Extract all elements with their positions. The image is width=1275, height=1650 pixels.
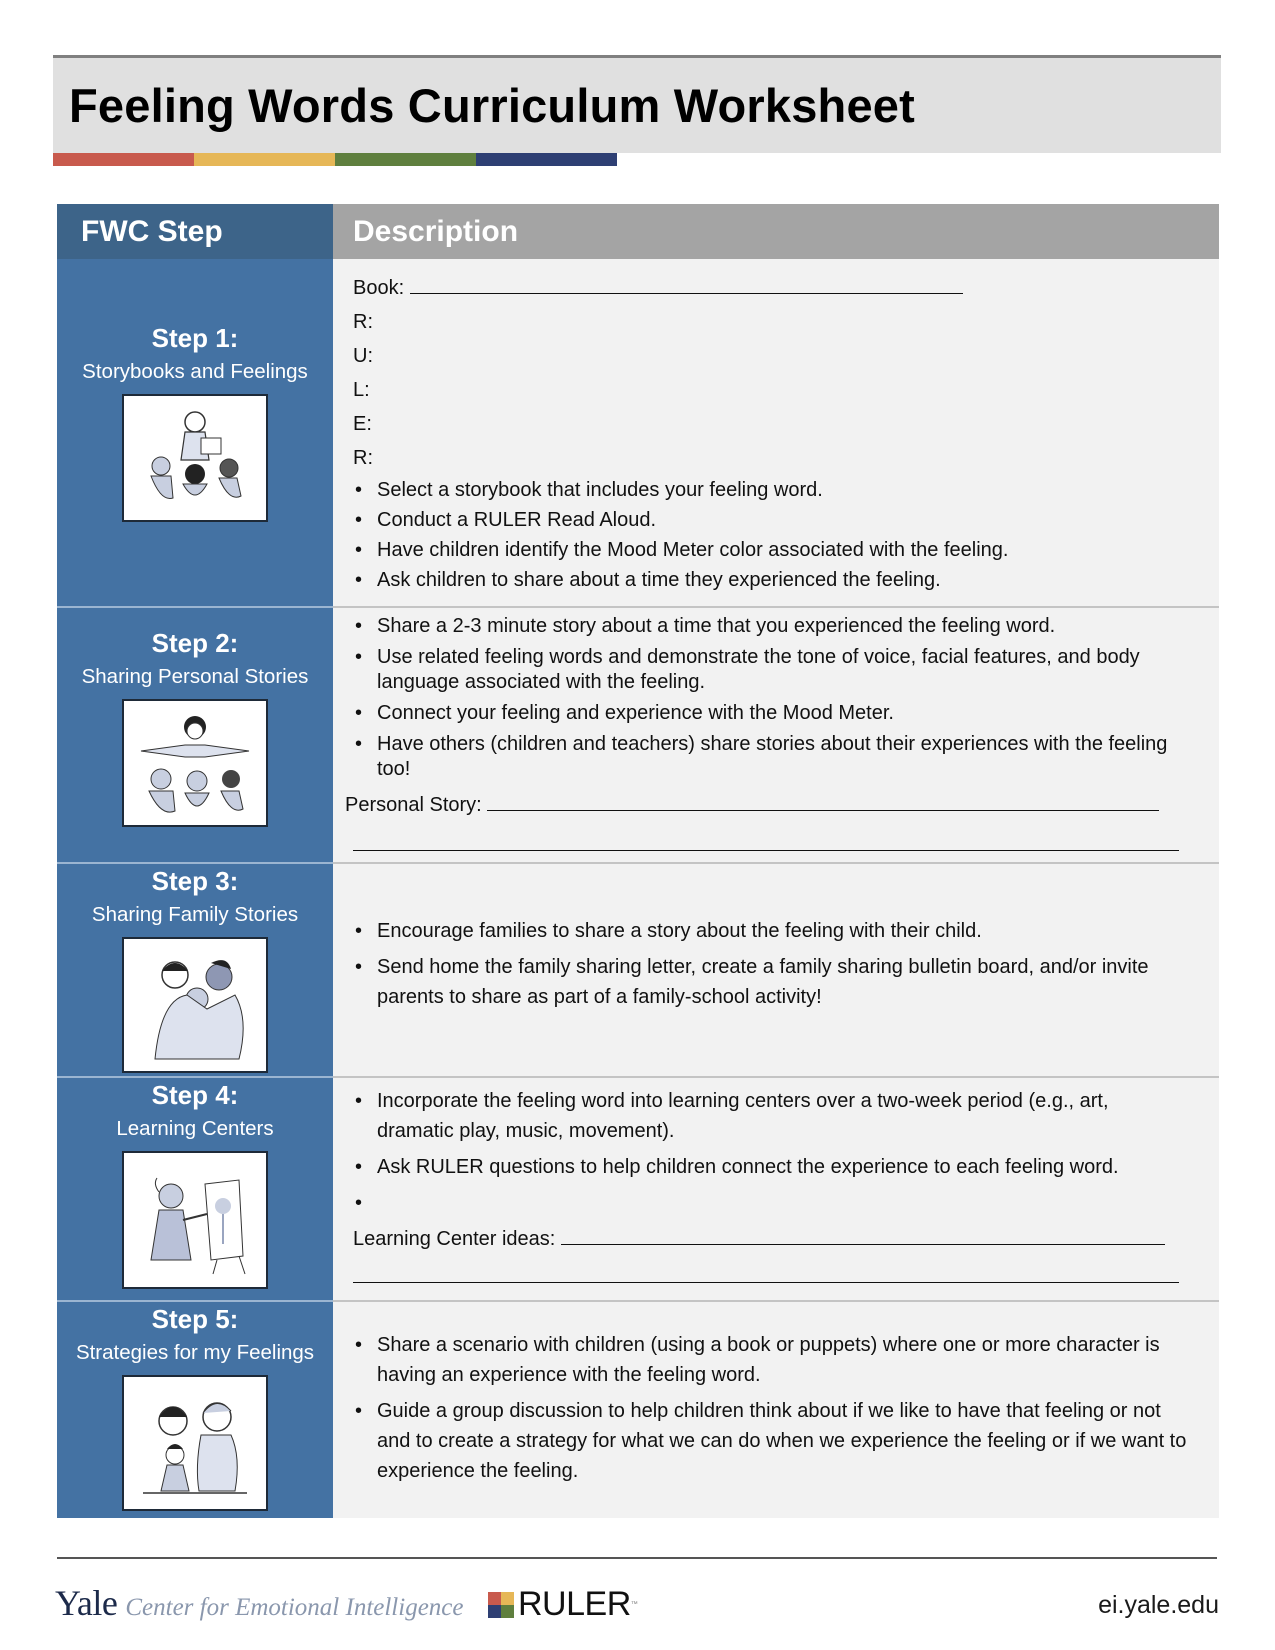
learning-center-ideas-blank[interactable] xyxy=(560,1224,1165,1245)
fwc-table: FWC Step Description Step 1: Storybooks … xyxy=(57,204,1219,1518)
step-title: Strategies for my Feelings xyxy=(75,1341,315,1364)
color-bar-blue xyxy=(476,153,617,166)
teacher-reading-illustration xyxy=(122,394,268,522)
table-row: Step 1: Storybooks and Feelings Book: R:… xyxy=(57,259,1219,606)
list-item: Incorporate the feeling word into learni… xyxy=(353,1086,1219,1146)
yale-logo: Yale Center for Emotional Intelligence xyxy=(55,1582,463,1624)
step-cell: Step 5: Strategies for my Feelings xyxy=(57,1300,333,1518)
header-fwc-step: FWC Step xyxy=(57,204,333,259)
list-item: Have others (children and teachers) shar… xyxy=(353,732,1219,782)
list-item: Share a scenario with children (using a … xyxy=(353,1330,1219,1390)
step-title: Sharing Family Stories xyxy=(91,903,299,926)
learning-center-ideas-field[interactable]: Learning Center ideas: xyxy=(353,1224,1219,1254)
step-title: Learning Centers xyxy=(116,1117,274,1140)
step-cell: Step 3: Sharing Family Stories xyxy=(57,862,333,1076)
step-number: Step 1: xyxy=(151,323,239,353)
description-cell: Share a scenario with children (using a … xyxy=(333,1300,1219,1518)
list-item: Connect your feeling and experience with… xyxy=(353,701,1219,726)
footer-divider xyxy=(57,1557,1217,1559)
step-number: Step 5: xyxy=(151,1304,239,1334)
header-description: Description xyxy=(333,204,1219,259)
bullet-list: Encourage families to share a story abou… xyxy=(353,916,1219,1012)
ruler-squares-icon xyxy=(488,1591,514,1618)
book-blank[interactable] xyxy=(409,273,963,294)
adults-with-child-illustration xyxy=(122,1375,268,1511)
list-item: Select a storybook that includes your fe… xyxy=(353,475,1219,505)
step-number: Step 2: xyxy=(151,628,239,658)
yale-wordmark: Yale xyxy=(55,1583,118,1623)
list-item: Use related feeling words and demonstrat… xyxy=(353,645,1219,695)
table-header: FWC Step Description xyxy=(57,204,1219,259)
description-cell: Incorporate the feeling word into learni… xyxy=(333,1076,1219,1300)
table-row: Step 5: Strategies for my Feelings Sha xyxy=(57,1300,1219,1518)
bullet-list: Share a 2-3 minute story about a time th… xyxy=(353,614,1219,782)
ruler-l-field[interactable]: L: xyxy=(353,373,1219,407)
ruler-square-yellow xyxy=(501,1591,514,1605)
ruler-u-field[interactable]: U: xyxy=(353,339,1219,373)
bullet-list: Incorporate the feeling word into learni… xyxy=(353,1086,1219,1218)
personal-story-label: Personal Story: xyxy=(345,794,482,816)
color-bar-green xyxy=(335,153,476,166)
book-label: Book: xyxy=(353,277,405,299)
step-title: Storybooks and Feelings xyxy=(82,360,308,383)
list-item: Ask children to share about a time they … xyxy=(353,565,1219,595)
list-item: Conduct a RULER Read Aloud. xyxy=(353,505,1219,535)
page-title: Feeling Words Curriculum Worksheet xyxy=(69,79,915,132)
list-item: Encourage families to share a story abou… xyxy=(353,916,1219,946)
ruler-r2-field[interactable]: R: xyxy=(353,441,1219,475)
personal-story-blank-line-2[interactable] xyxy=(353,832,1179,851)
color-bar xyxy=(53,153,617,166)
step-number: Step 4: xyxy=(151,1080,239,1110)
learning-center-ideas-label: Learning Center ideas: xyxy=(353,1228,556,1250)
description-cell: Share a 2-3 minute story about a time th… xyxy=(333,606,1219,862)
girl-painting-illustration xyxy=(122,1151,268,1289)
bullet-list: Share a scenario with children (using a … xyxy=(353,1330,1219,1486)
description-cell: Encourage families to share a story abou… xyxy=(333,862,1219,1076)
family-illustration xyxy=(122,937,268,1073)
ruler-wordmark: RULER xyxy=(518,1585,631,1623)
description-cell: Book: R: U: L: E: R: Select a storybook … xyxy=(333,259,1219,606)
list-item: Share a 2-3 minute story about a time th… xyxy=(353,614,1219,639)
learning-center-ideas-blank-line-2[interactable] xyxy=(353,1264,1179,1283)
ruler-logo: RULER ™ xyxy=(488,1585,638,1624)
ruler-square-green xyxy=(501,1604,514,1618)
bullet-list: Select a storybook that includes your fe… xyxy=(353,475,1219,595)
personal-story-field[interactable]: Personal Story: xyxy=(345,790,1219,818)
ruler-square-blue xyxy=(488,1604,501,1618)
ruler-e-field[interactable]: E: xyxy=(353,407,1219,441)
step-title: Sharing Personal Stories xyxy=(81,665,309,688)
step-cell: Step 2: Sharing Personal Stories xyxy=(57,606,333,862)
title-banner: Feeling Words Curriculum Worksheet xyxy=(53,55,1221,153)
center-name: Center for Emotional Intelligence xyxy=(125,1594,464,1621)
book-field[interactable]: Book: xyxy=(353,271,1219,305)
step-cell: Step 4: Learning Centers xyxy=(57,1076,333,1300)
ruler-square-red xyxy=(488,1591,501,1605)
color-bar-yellow xyxy=(194,153,335,166)
ruler-trademark: ™ xyxy=(630,1601,638,1608)
step-number: Step 3: xyxy=(151,866,239,896)
table-row: Step 3: Sharing Family Stories Encourage… xyxy=(57,862,1219,1076)
table-row: Step 2: Sharing Personal Stories Share xyxy=(57,606,1219,862)
ruler-r-field[interactable]: R: xyxy=(353,305,1219,339)
list-item: Send home the family sharing letter, cre… xyxy=(353,952,1219,1012)
personal-story-blank[interactable] xyxy=(487,790,1160,811)
table-row: Step 4: Learning Centers Incorporate t xyxy=(57,1076,1219,1300)
color-bar-red xyxy=(53,153,194,166)
list-item[interactable] xyxy=(353,1188,1219,1218)
list-item: Guide a group discussion to help childre… xyxy=(353,1396,1219,1486)
list-item: Have children identify the Mood Meter co… xyxy=(353,535,1219,565)
step-cell: Step 1: Storybooks and Feelings xyxy=(57,259,333,606)
teacher-sharing-illustration xyxy=(122,699,268,827)
list-item: Ask RULER questions to help children con… xyxy=(353,1152,1219,1182)
website-link[interactable]: ei.yale.edu xyxy=(1098,1591,1219,1620)
